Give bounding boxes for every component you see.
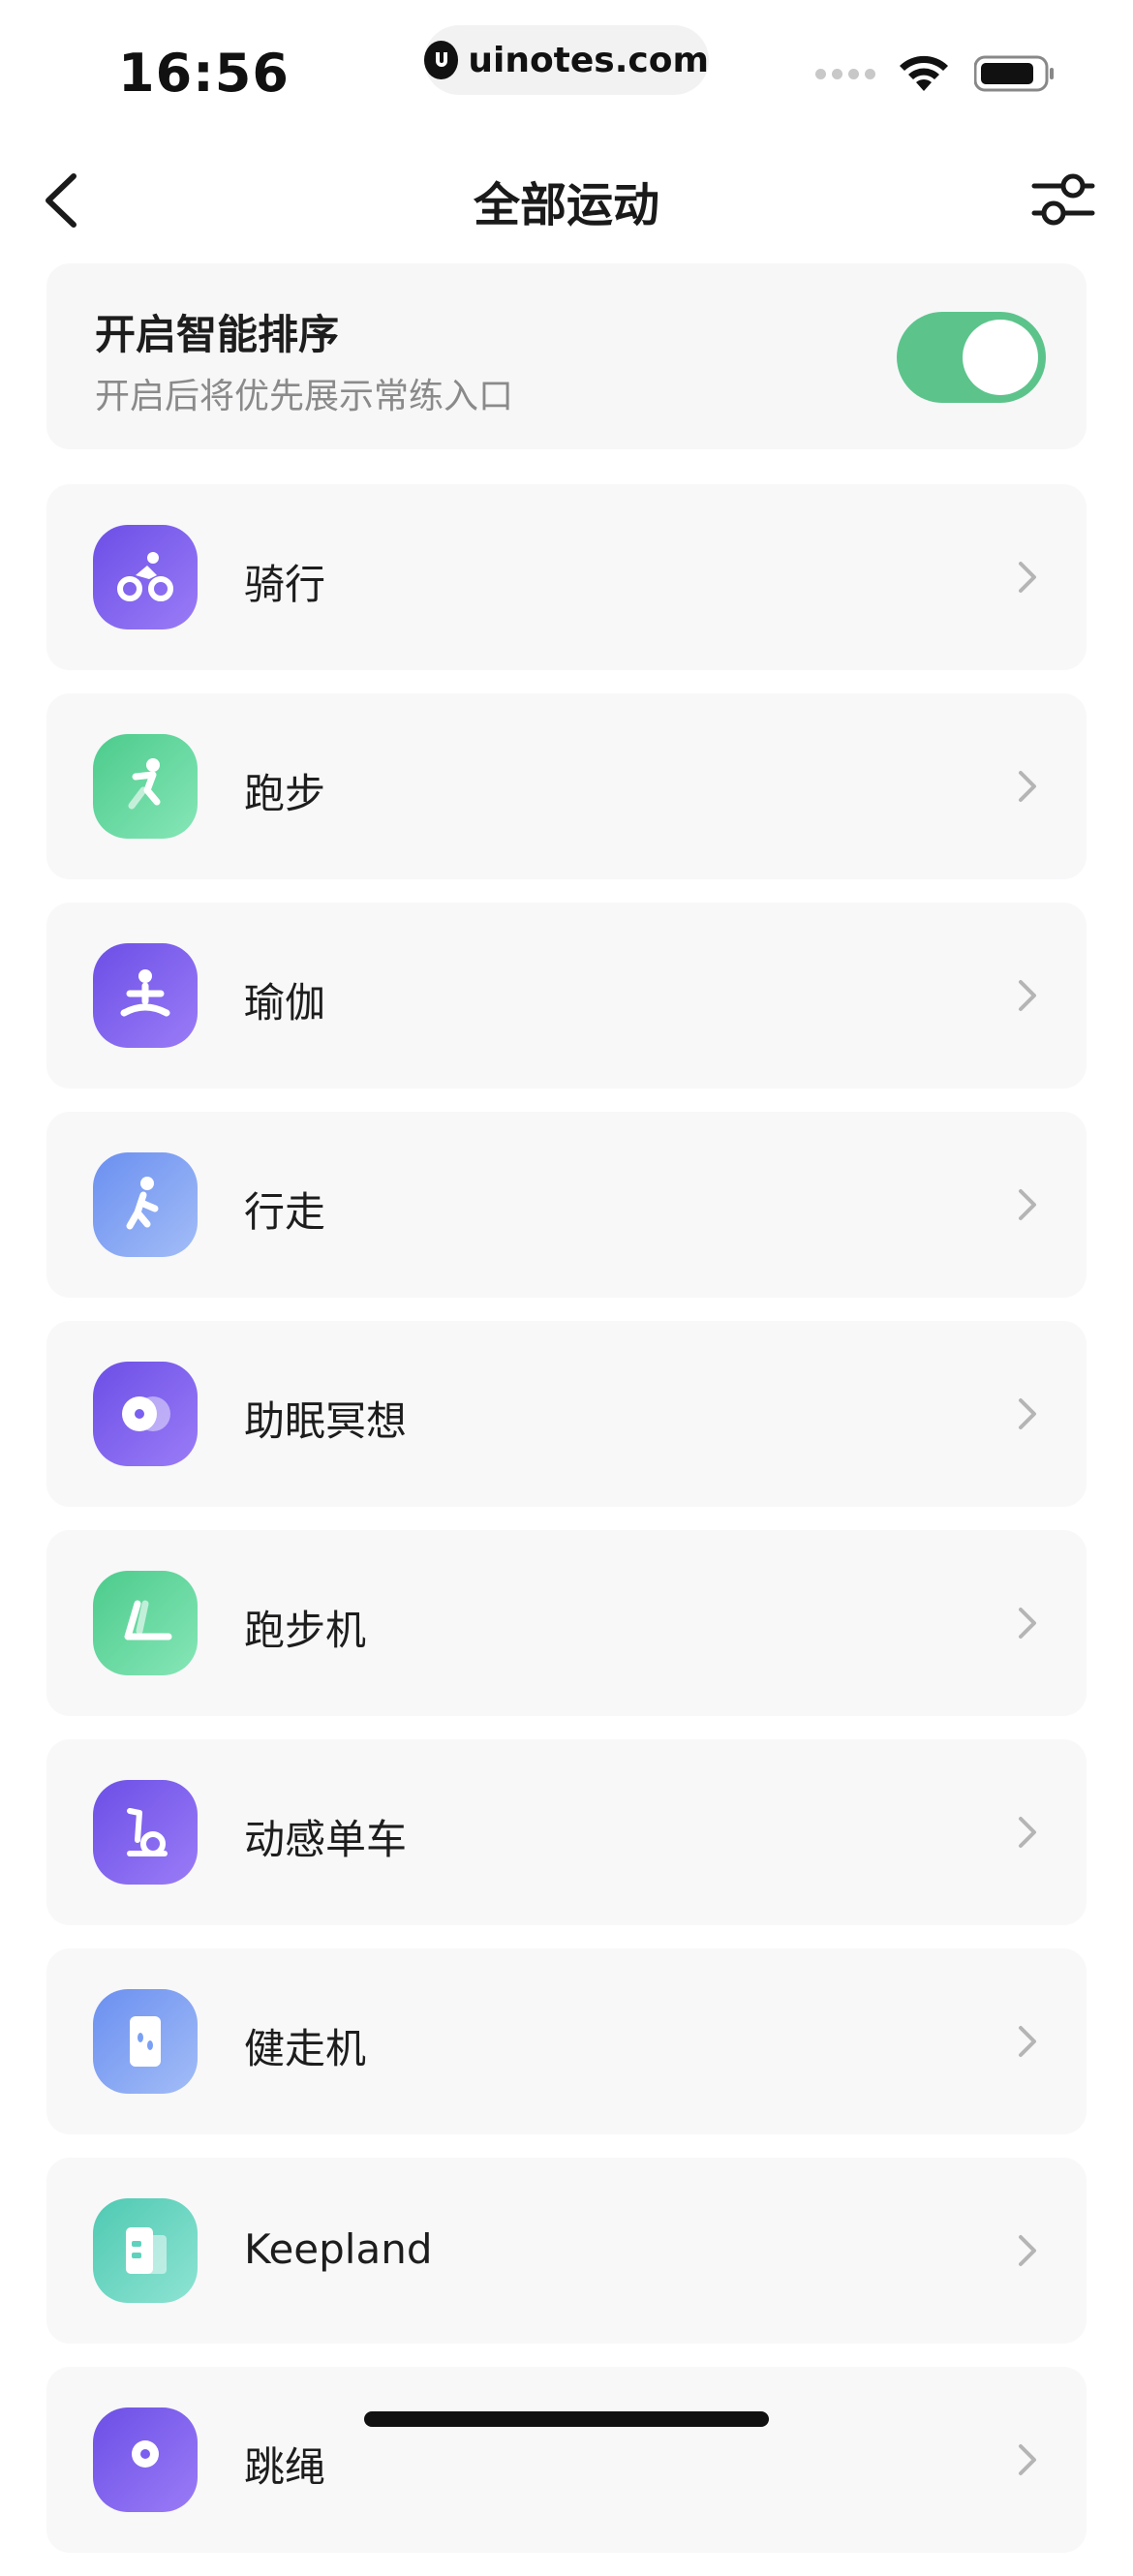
- sport-name: 动感单车: [244, 1816, 408, 1863]
- chevron-right-icon: [1015, 558, 1040, 597]
- jump-rope-icon: [93, 2407, 198, 2512]
- sport-name: 跑步机: [244, 1607, 367, 1654]
- keepland-icon: [93, 2198, 198, 2303]
- home-indicator: [364, 2411, 769, 2427]
- yoga-icon: [93, 943, 198, 1048]
- sport-name: 健走机: [244, 2025, 367, 2072]
- running-icon: [93, 734, 198, 839]
- chevron-right-icon: [1015, 1604, 1040, 1642]
- chevron-right-icon: [1015, 976, 1040, 1015]
- battery-icon: [974, 55, 1054, 92]
- site-logo-icon: [424, 41, 459, 79]
- chevron-right-icon: [1015, 2231, 1040, 2270]
- status-time: 16:56: [118, 43, 290, 104]
- sport-item[interactable]: 骑行: [46, 484, 1087, 670]
- sport-item[interactable]: 助眠冥想: [46, 1321, 1087, 1507]
- nav-bar: 全部运动: [0, 145, 1133, 252]
- sport-item[interactable]: 跑步: [46, 693, 1087, 879]
- sliders-icon: [1031, 173, 1095, 226]
- chevron-right-icon: [1015, 767, 1040, 806]
- smart-sort-card: 开启智能排序 开启后将优先展示常练入口: [46, 263, 1087, 449]
- walking-icon: [93, 1152, 198, 1257]
- sport-name: 跑步: [244, 770, 326, 817]
- wifi-icon: [900, 55, 948, 91]
- chevron-right-icon: [1015, 1813, 1040, 1852]
- sport-name: 瑜伽: [244, 979, 326, 1027]
- page-title: 全部运动: [473, 178, 659, 232]
- smart-sort-subtitle: 开启后将优先展示常练入口: [95, 377, 514, 416]
- sport-item[interactable]: 健走机: [46, 1948, 1087, 2134]
- signal-icon: [815, 68, 875, 79]
- sport-item[interactable]: 行走: [46, 1112, 1087, 1298]
- sport-item[interactable]: 瑜伽: [46, 903, 1087, 1089]
- walking-pad-icon: [93, 1989, 198, 2094]
- chevron-right-icon: [1015, 2440, 1040, 2479]
- sport-name: 助眠冥想: [244, 1397, 408, 1445]
- sport-item[interactable]: 动感单车: [46, 1739, 1087, 1925]
- sport-list: 骑行跑步瑜伽行走助眠冥想跑步机动感单车健走机 Keepland 跳绳: [46, 484, 1087, 2576]
- sport-name: 行走: [244, 1188, 326, 1236]
- smart-sort-title: 开启智能排序: [95, 311, 340, 358]
- sport-item[interactable]: 跳绳: [46, 2367, 1087, 2553]
- sport-name: 骑行: [244, 561, 326, 608]
- status-bar: 16:56 uinotes.com: [0, 0, 1133, 136]
- url-text: uinotes.com: [468, 40, 709, 80]
- status-icons: [815, 54, 1056, 93]
- sport-name: 跳绳: [244, 2443, 326, 2491]
- chevron-right-icon: [1015, 1395, 1040, 1433]
- smart-sort-toggle[interactable]: [897, 312, 1046, 403]
- spin-bike-icon: [93, 1780, 198, 1885]
- chevron-right-icon: [1015, 2022, 1040, 2061]
- sport-item[interactable]: Keepland: [46, 2158, 1087, 2344]
- treadmill-icon: [93, 1571, 198, 1675]
- cycling-icon: [93, 525, 198, 629]
- toggle-knob: [963, 320, 1038, 395]
- filter-button[interactable]: [1028, 169, 1098, 230]
- sport-item[interactable]: 跑步机: [46, 1530, 1087, 1716]
- meditation-icon: [93, 1362, 198, 1466]
- sport-name: Keepland: [244, 2225, 433, 2273]
- url-pill[interactable]: uinotes.com: [424, 25, 709, 95]
- chevron-right-icon: [1015, 1185, 1040, 1224]
